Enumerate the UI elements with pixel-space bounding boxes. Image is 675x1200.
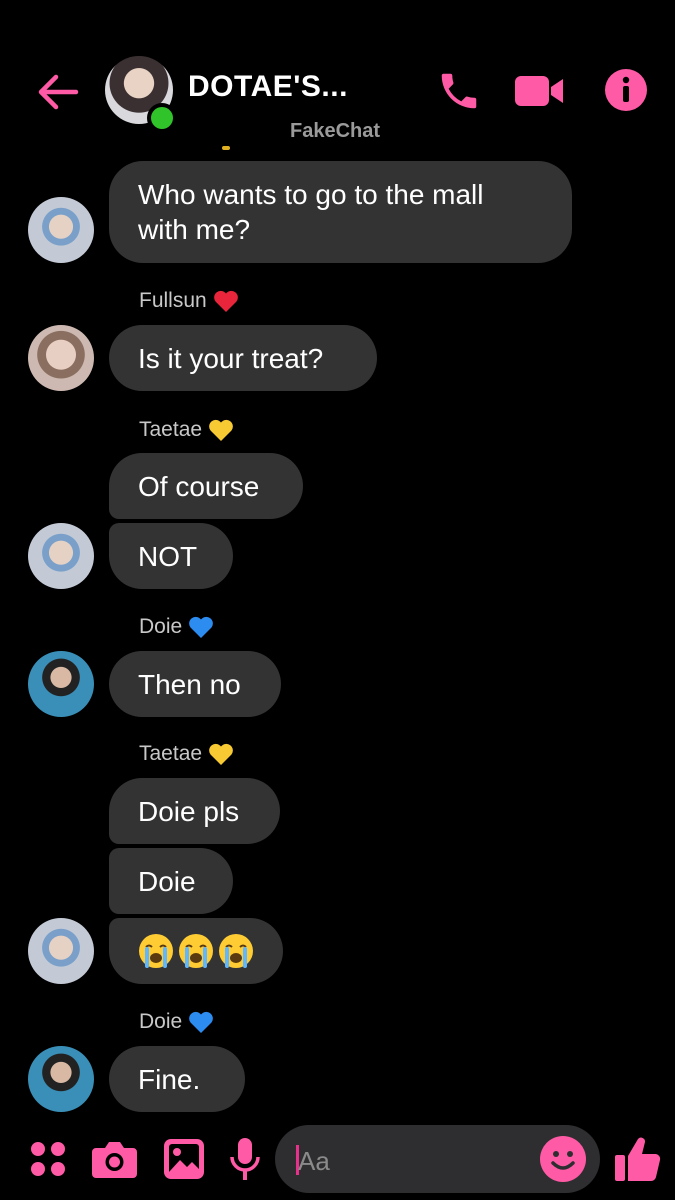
sender-name: Doie <box>139 615 214 639</box>
avatar-doie[interactable] <box>28 1046 94 1112</box>
sender-name: Fullsun <box>139 289 239 313</box>
avatar-taetae[interactable] <box>28 523 94 589</box>
sender-name: Doie <box>139 1010 214 1034</box>
watermark: FakeChat <box>290 120 381 142</box>
scroll-marker <box>222 146 230 150</box>
message-bubble[interactable]: Who wants to go to the mall with me? <box>109 161 572 263</box>
avatar-doie[interactable] <box>28 651 94 717</box>
smile-icon[interactable] <box>540 1136 586 1182</box>
info-icon[interactable] <box>604 68 648 112</box>
message-text: Is it your treat? <box>138 343 324 374</box>
message-text: Doie pls <box>138 796 240 827</box>
sender-label: Doie <box>139 1010 183 1033</box>
message-bubble[interactable]: Of course <box>109 453 303 519</box>
sender-label: Doie <box>139 615 183 638</box>
message-text: Then no <box>138 669 241 700</box>
message-bubble[interactable]: Then no <box>109 651 281 717</box>
avatar-taetae[interactable] <box>28 197 94 263</box>
sender-label: Taetae <box>139 742 203 765</box>
yellow-heart-icon <box>209 743 233 765</box>
crying-face-icon <box>139 933 173 968</box>
four-dots-icon[interactable] <box>30 1141 66 1177</box>
online-status-dot <box>147 103 177 133</box>
avatar-fullsun[interactable] <box>28 325 94 391</box>
microphone-icon[interactable] <box>230 1138 260 1180</box>
message-text: Of course <box>138 471 260 502</box>
message-text-line: Who wants to go to the mall <box>138 179 484 210</box>
message-text-line: with me? <box>138 214 251 245</box>
camera-icon[interactable] <box>92 1140 137 1178</box>
thumbs-up-icon[interactable] <box>614 1135 662 1183</box>
message-text: Doie <box>138 866 196 897</box>
video-camera-icon[interactable] <box>515 74 565 108</box>
red-heart-icon <box>213 290 238 312</box>
emoji-message <box>138 933 254 968</box>
crying-face-icon <box>179 933 213 968</box>
sender-label: Taetae <box>139 418 203 441</box>
input-placeholder: Aa <box>298 1146 330 1176</box>
yellow-heart-icon <box>209 419 233 441</box>
sender-label: Fullsun <box>139 289 207 312</box>
message-bubble[interactable]: Fine. <box>109 1046 245 1112</box>
avatar-taetae[interactable] <box>28 918 94 984</box>
blue-heart-icon <box>189 616 214 638</box>
sender-name: Taetae <box>139 742 234 766</box>
message-bubble[interactable] <box>109 918 283 984</box>
image-icon[interactable] <box>164 1139 204 1179</box>
message-bubble[interactable]: NOT <box>109 523 233 589</box>
crying-face-icon <box>219 933 253 968</box>
message-text: NOT <box>138 541 198 572</box>
message-text: Fine. <box>138 1064 201 1095</box>
message-bubble[interactable]: Doie <box>109 848 233 914</box>
message-bubble[interactable]: Doie pls <box>109 778 280 844</box>
phone-icon[interactable] <box>436 68 482 114</box>
chat-title[interactable]: DOTAE'S... <box>188 70 348 104</box>
message-bubble[interactable]: Is it your treat? <box>109 325 377 391</box>
sender-name: Taetae <box>139 418 234 442</box>
back-arrow-icon[interactable] <box>36 70 80 114</box>
blue-heart-icon <box>189 1011 214 1033</box>
